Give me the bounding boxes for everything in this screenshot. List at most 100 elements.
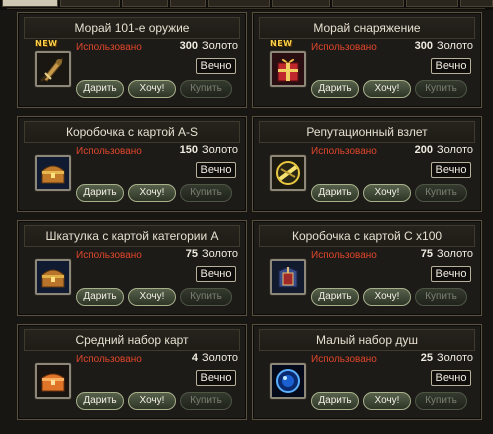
orange-chest-icon[interactable] — [35, 363, 71, 399]
duration-select[interactable]: Вечно — [196, 162, 236, 178]
price: 75 Золото — [421, 248, 473, 260]
tab[interactable] — [122, 0, 168, 7]
price-value: 150 — [179, 144, 199, 156]
price-value: 300 — [414, 40, 434, 52]
item-title: Морай снаряжение — [259, 17, 475, 39]
card-box-icon[interactable] — [270, 259, 306, 295]
gift-button[interactable]: Дарить — [311, 80, 359, 98]
currency-label: Золото — [202, 40, 238, 52]
duration-select[interactable]: Вечно — [196, 58, 236, 74]
duration-select[interactable]: Вечно — [196, 266, 236, 282]
shop-item-card: Коробочка с картой C x100 Использовано 7… — [252, 220, 482, 316]
buy-button[interactable]: Купить — [180, 392, 232, 410]
duration-select[interactable]: Вечно — [431, 58, 471, 74]
price-value: 75 — [420, 248, 434, 260]
gift-button[interactable]: Дарить — [311, 392, 359, 410]
gift-button[interactable]: Дарить — [76, 80, 124, 98]
soul-orb-icon[interactable] — [270, 363, 306, 399]
buy-button[interactable]: Купить — [180, 288, 232, 306]
gift-button[interactable]: Дарить — [311, 288, 359, 306]
shop-item-card: Малый набор душ Использовано 25 Золото Ве… — [252, 324, 482, 420]
item-title: Коробочка с картой A-S — [24, 121, 240, 143]
buy-button[interactable]: Купить — [415, 184, 467, 202]
new-badge: NEW — [270, 39, 293, 48]
shop-item-card: Морай 101-е оружие NEW Использовано 300 З… — [17, 12, 247, 108]
price: 300 Золото — [415, 40, 473, 52]
tab[interactable] — [60, 0, 120, 7]
duration-select[interactable]: Вечно — [431, 266, 471, 282]
price-value: 300 — [179, 40, 199, 52]
shop-item-card: Репутационный взлет Использовано 200 Золо… — [252, 116, 482, 212]
price: 300 Золото — [180, 40, 238, 52]
new-badge: NEW — [35, 39, 58, 48]
price: 150 Золото — [180, 144, 238, 156]
price: 200 Золото — [415, 144, 473, 156]
used-label: Использовано — [76, 146, 142, 157]
tab[interactable] — [272, 0, 330, 7]
tab[interactable] — [460, 0, 493, 7]
item-title: Средний набор карт — [24, 329, 240, 351]
buy-button[interactable]: Купить — [415, 392, 467, 410]
used-label: Использовано — [311, 146, 377, 157]
shop-item-card: Средний набор карт Использовано 4 Золото … — [17, 324, 247, 420]
gift-button[interactable]: Дарить — [76, 288, 124, 306]
want-button[interactable]: Хочу! — [363, 392, 411, 410]
buy-button[interactable]: Купить — [180, 184, 232, 202]
tab[interactable] — [332, 0, 404, 7]
currency-label: Золото — [437, 248, 473, 260]
currency-label: Золото — [437, 352, 473, 364]
used-label: Использовано — [311, 354, 377, 365]
want-button[interactable]: Хочу! — [128, 184, 176, 202]
item-title: Малый набор душ — [259, 329, 475, 351]
tab[interactable] — [170, 0, 206, 7]
duration-select[interactable]: Вечно — [431, 370, 471, 386]
gift-button[interactable]: Дарить — [76, 392, 124, 410]
want-button[interactable]: Хочу! — [128, 80, 176, 98]
tab[interactable] — [208, 0, 270, 7]
currency-label: Золото — [437, 40, 473, 52]
used-label: Использовано — [76, 354, 142, 365]
want-button[interactable]: Хочу! — [128, 392, 176, 410]
item-title: Коробочка с картой C x100 — [259, 225, 475, 247]
want-button[interactable]: Хочу! — [363, 288, 411, 306]
want-button[interactable]: Хочу! — [363, 80, 411, 98]
used-label: Использовано — [76, 42, 142, 53]
want-button[interactable]: Хочу! — [128, 288, 176, 306]
price-value: 25 — [420, 352, 434, 364]
price: 75 Золото — [186, 248, 238, 260]
tab[interactable] — [406, 0, 458, 7]
treasure-chest-icon[interactable] — [35, 155, 71, 191]
price-value: 75 — [185, 248, 199, 260]
price: 4 Золото — [192, 352, 238, 364]
price-value: 4 — [191, 352, 199, 364]
divider — [7, 8, 485, 9]
weapon-icon[interactable] — [35, 51, 71, 87]
used-label: Использовано — [76, 250, 142, 261]
item-title: Репутационный взлет — [259, 121, 475, 143]
tab-active[interactable] — [2, 0, 58, 7]
shop-item-card: Коробочка с картой A-S Использовано 150 З… — [17, 116, 247, 212]
price: 25 Золото — [421, 352, 473, 364]
shop-item-card: Шкатулка с картой категории A Использова… — [17, 220, 247, 316]
used-label: Использовано — [311, 250, 377, 261]
buy-button[interactable]: Купить — [415, 288, 467, 306]
gift-box-icon[interactable] — [270, 51, 306, 87]
buy-button[interactable]: Купить — [415, 80, 467, 98]
currency-label: Золото — [202, 352, 238, 364]
currency-label: Золото — [202, 144, 238, 156]
price-value: 200 — [414, 144, 434, 156]
used-label: Использовано — [311, 42, 377, 53]
shop-item-card: Морай снаряжение NEW Использовано 300 Зол… — [252, 12, 482, 108]
currency-label: Золото — [437, 144, 473, 156]
duration-select[interactable]: Вечно — [431, 162, 471, 178]
gift-button[interactable]: Дарить — [76, 184, 124, 202]
reputation-scroll-icon[interactable] — [270, 155, 306, 191]
currency-label: Золото — [202, 248, 238, 260]
buy-button[interactable]: Купить — [180, 80, 232, 98]
duration-select[interactable]: Вечно — [196, 370, 236, 386]
item-title: Морай 101-е оружие — [24, 17, 240, 39]
gift-button[interactable]: Дарить — [311, 184, 359, 202]
treasure-chest-icon[interactable] — [35, 259, 71, 295]
item-title: Шкатулка с картой категории A — [24, 225, 240, 247]
want-button[interactable]: Хочу! — [363, 184, 411, 202]
